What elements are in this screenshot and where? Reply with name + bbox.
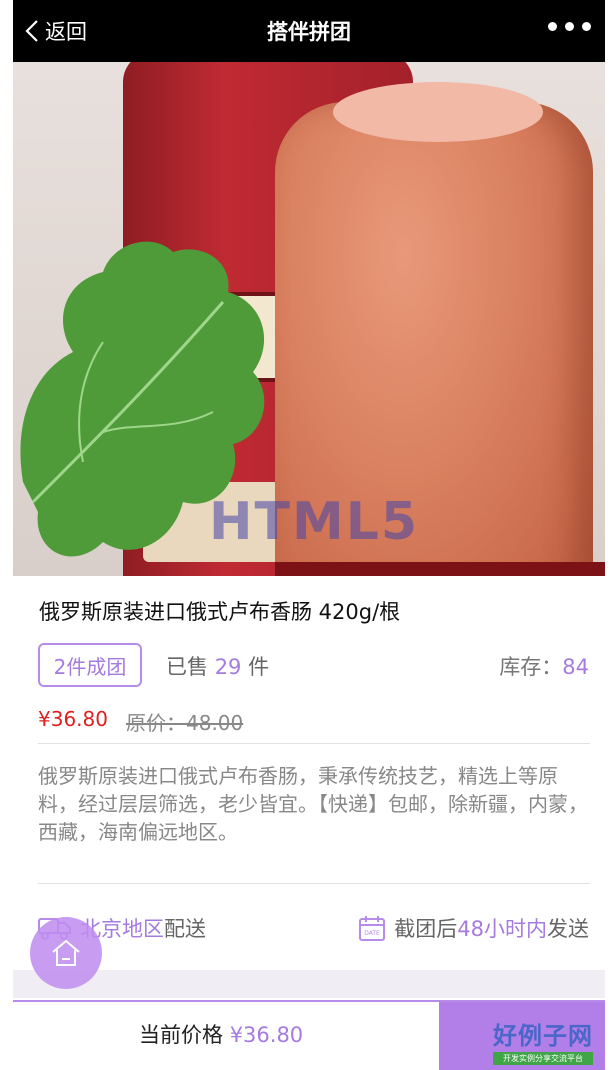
stock-label: 库存： xyxy=(499,655,563,679)
divider xyxy=(38,883,590,884)
delivery-prefix: 截团后 xyxy=(394,917,458,941)
sold-count: 已售 29 件 xyxy=(166,651,269,681)
more-menu-button[interactable] xyxy=(548,22,591,31)
current-price-label: 当前价格 xyxy=(139,1023,223,1047)
stock-count: 库存：84 xyxy=(499,651,589,681)
more-dot-icon xyxy=(565,22,574,31)
sold-number: 29 xyxy=(214,655,242,679)
brand-name: 好例子网 xyxy=(493,1022,593,1050)
current-price-value: ¥36.80 xyxy=(229,1023,304,1047)
home-icon xyxy=(52,939,80,966)
floating-home-button[interactable] xyxy=(30,917,102,989)
divider xyxy=(38,743,590,744)
html5-watermark: HTML5 xyxy=(209,492,420,552)
stock-number: 84 xyxy=(562,655,589,679)
brand-slogan: 开发实例分享交流平台 xyxy=(493,1052,593,1065)
site-brand-watermark: 好例子网 开发实例分享交流平台 xyxy=(493,1016,593,1065)
region-suffix: 配送 xyxy=(164,917,206,941)
product-image-carousel[interactable]: HTML5 xyxy=(13,62,605,576)
delivery-suffix: 发送 xyxy=(547,917,589,941)
calendar-badge-text: DATE xyxy=(364,930,380,937)
app-frame: 返回 搭伴拼团 HTML5 俄罗斯原装进口俄式卢布香肠 420g/根 2件成团 … xyxy=(13,0,605,1070)
sausage-wrapper-end xyxy=(275,562,605,576)
page-title: 搭伴拼团 xyxy=(267,20,351,44)
product-name: 俄罗斯原装进口俄式卢布香肠 420g/根 xyxy=(39,600,401,624)
current-price: 当前价格 ¥36.80 xyxy=(139,1019,303,1049)
original-price: 原价：48.00 xyxy=(126,711,244,735)
sold-prefix: 已售 xyxy=(166,655,208,679)
group-price: ¥36.80 xyxy=(38,707,108,731)
top-nav-bar: 返回 搭伴拼团 xyxy=(13,0,605,62)
sausage-cut-end xyxy=(333,82,543,142)
delivery-time: DATE 截团后48小时内发送 xyxy=(358,913,589,943)
product-description: 俄罗斯原装进口俄式卢布香肠，秉承传统技艺，精选上等原料，经过层层筛选，老少皆宜。… xyxy=(38,764,588,844)
more-dot-icon xyxy=(582,22,591,31)
group-size-tag: 2件成团 xyxy=(38,643,142,687)
calendar-icon: DATE xyxy=(359,916,386,941)
sold-unit: 件 xyxy=(248,655,270,679)
section-spacer xyxy=(13,970,605,998)
more-dot-icon xyxy=(548,22,557,31)
delivery-window: 48小时内 xyxy=(457,917,547,941)
